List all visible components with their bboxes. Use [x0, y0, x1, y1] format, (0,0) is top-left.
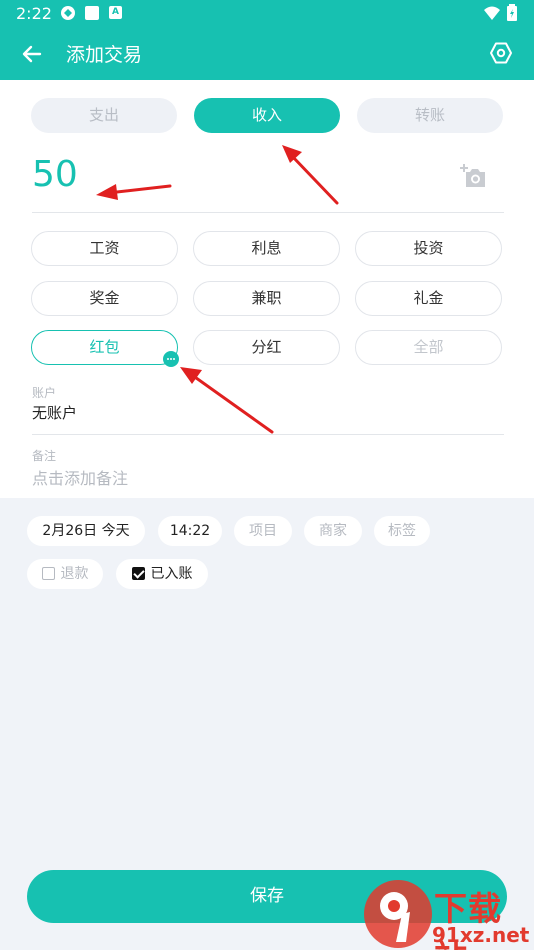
project-pill[interactable]: 项目 [234, 516, 292, 546]
note-input[interactable]: 点击添加备注 [32, 465, 128, 489]
tab-transfer[interactable]: 转账 [357, 98, 503, 133]
battery-icon [507, 4, 517, 21]
note-label: 备注 [32, 449, 57, 463]
category-chip-salary[interactable]: 工资 [31, 231, 178, 266]
app-letter-icon: A [109, 6, 122, 19]
time-pill[interactable]: 14:22 [158, 516, 222, 546]
merchant-pill[interactable]: 商家 [304, 516, 362, 546]
refund-label: 退款 [60, 566, 89, 582]
watermark-9-icon [364, 880, 432, 948]
account-label: 账户 [32, 386, 57, 400]
status-bar: 2:22 A [0, 0, 534, 28]
date-pill[interactable]: 2月26日 今天 [27, 516, 145, 546]
back-arrow-icon[interactable] [18, 40, 46, 68]
category-chip-investment[interactable]: 投资 [355, 231, 502, 266]
tag-pill[interactable]: 标签 [374, 516, 430, 546]
category-chip-red-envelope[interactable]: 红包 [31, 330, 178, 365]
page-title: 添加交易 [66, 44, 143, 66]
category-chip-interest[interactable]: 利息 [193, 231, 340, 266]
divider [32, 212, 504, 213]
amount-input[interactable]: 50 [32, 154, 78, 195]
status-time: 2:22 [16, 4, 52, 23]
add-photo-icon[interactable] [458, 162, 488, 190]
posted-label: 已入账 [150, 566, 193, 582]
tab-expense[interactable]: 支出 [31, 98, 177, 133]
tab-income[interactable]: 收入 [194, 98, 340, 133]
settings-hexagon-icon[interactable] [488, 40, 514, 66]
checkbox-empty-icon [41, 567, 55, 580]
sync-app-icon [61, 6, 75, 20]
divider [32, 434, 504, 435]
category-chip-parttime[interactable]: 兼职 [193, 281, 340, 316]
category-chip-dividend[interactable]: 分红 [193, 330, 340, 365]
category-chip-bonus[interactable]: 奖金 [31, 281, 178, 316]
watermark-logo: 下载站 91xz.net [362, 878, 534, 950]
posted-toggle[interactable]: 已入账 [116, 559, 208, 589]
checkbox-checked-icon [131, 567, 145, 580]
account-value[interactable]: 无账户 [32, 402, 77, 423]
more-options-icon[interactable] [163, 351, 179, 367]
wifi-icon [484, 6, 500, 20]
app-bar: 添加交易 [0, 28, 534, 80]
category-chip-gift-money[interactable]: 礼金 [355, 281, 502, 316]
watermark-url: 91xz.net [432, 923, 530, 947]
refund-toggle[interactable]: 退款 [27, 559, 103, 589]
square-app-icon [85, 6, 99, 20]
category-chip-all[interactable]: 全部 [355, 330, 502, 365]
